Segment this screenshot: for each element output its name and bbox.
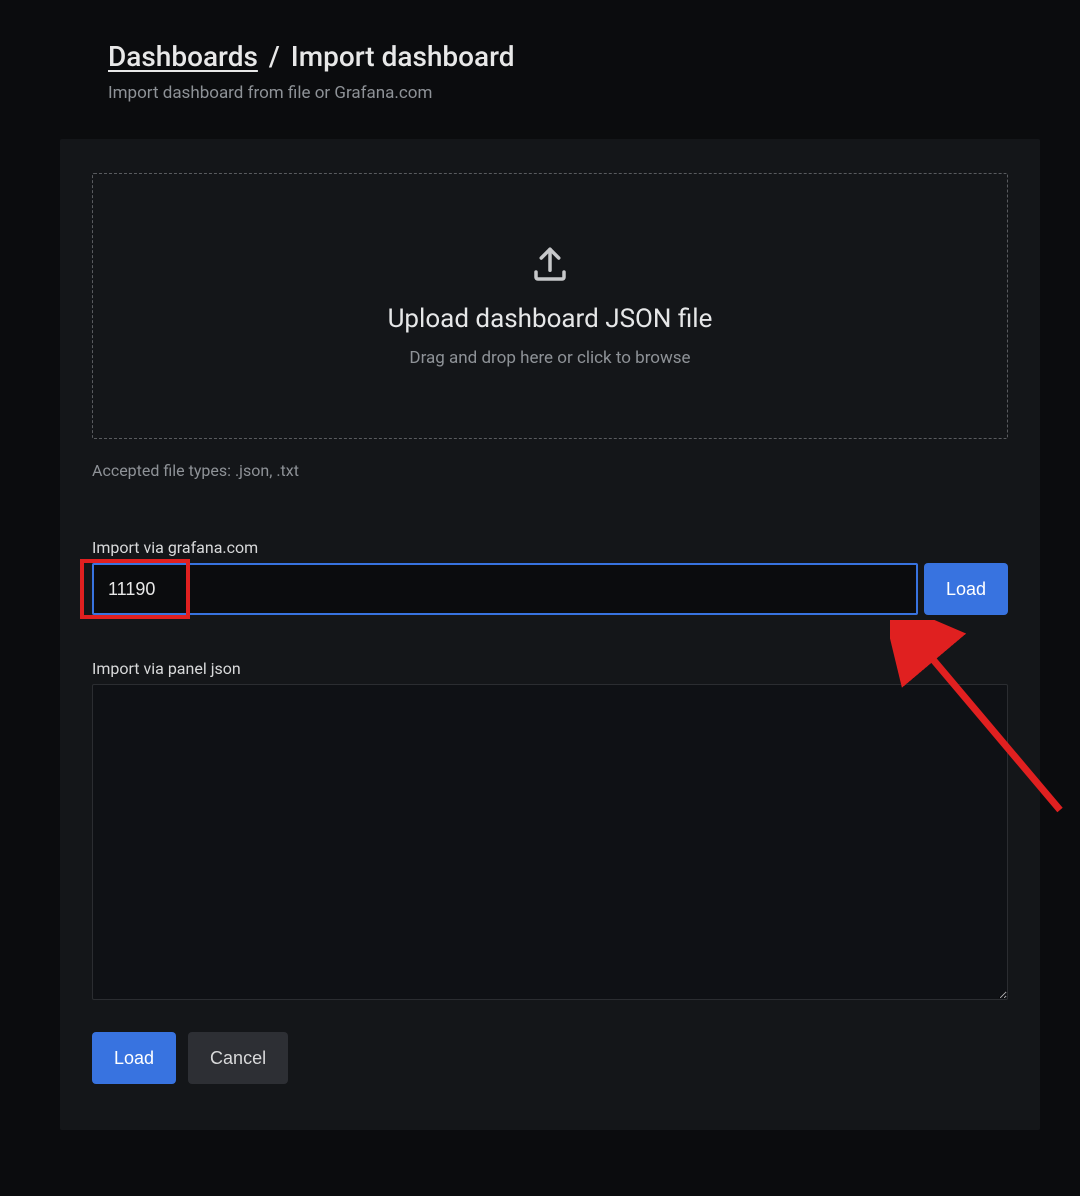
import-panel: Upload dashboard JSON file Drag and drop…: [60, 139, 1040, 1130]
breadcrumb: Dashboards / Import dashboard: [108, 40, 1020, 73]
cancel-button[interactable]: Cancel: [188, 1032, 288, 1084]
accepted-file-types: Accepted file types: .json, .txt: [92, 461, 1008, 480]
grafana-import-label: Import via grafana.com: [92, 538, 1008, 557]
panel-json-textarea[interactable]: [92, 684, 1008, 1000]
dropzone-title: Upload dashboard JSON file: [388, 304, 713, 334]
page-subtitle: Import dashboard from file or Grafana.co…: [108, 83, 1020, 103]
panel-json-label: Import via panel json: [92, 659, 1008, 678]
load-button[interactable]: Load: [92, 1032, 176, 1084]
breadcrumb-dashboards-link[interactable]: Dashboards: [108, 40, 258, 73]
dropzone-subtitle: Drag and drop here or click to browse: [409, 348, 690, 368]
upload-icon: [529, 244, 571, 304]
breadcrumb-current: Import dashboard: [291, 40, 515, 73]
load-grafana-button[interactable]: Load: [924, 563, 1008, 615]
upload-dropzone[interactable]: Upload dashboard JSON file Drag and drop…: [92, 173, 1008, 439]
breadcrumb-separator: /: [265, 40, 284, 73]
grafana-id-input[interactable]: [92, 563, 918, 615]
